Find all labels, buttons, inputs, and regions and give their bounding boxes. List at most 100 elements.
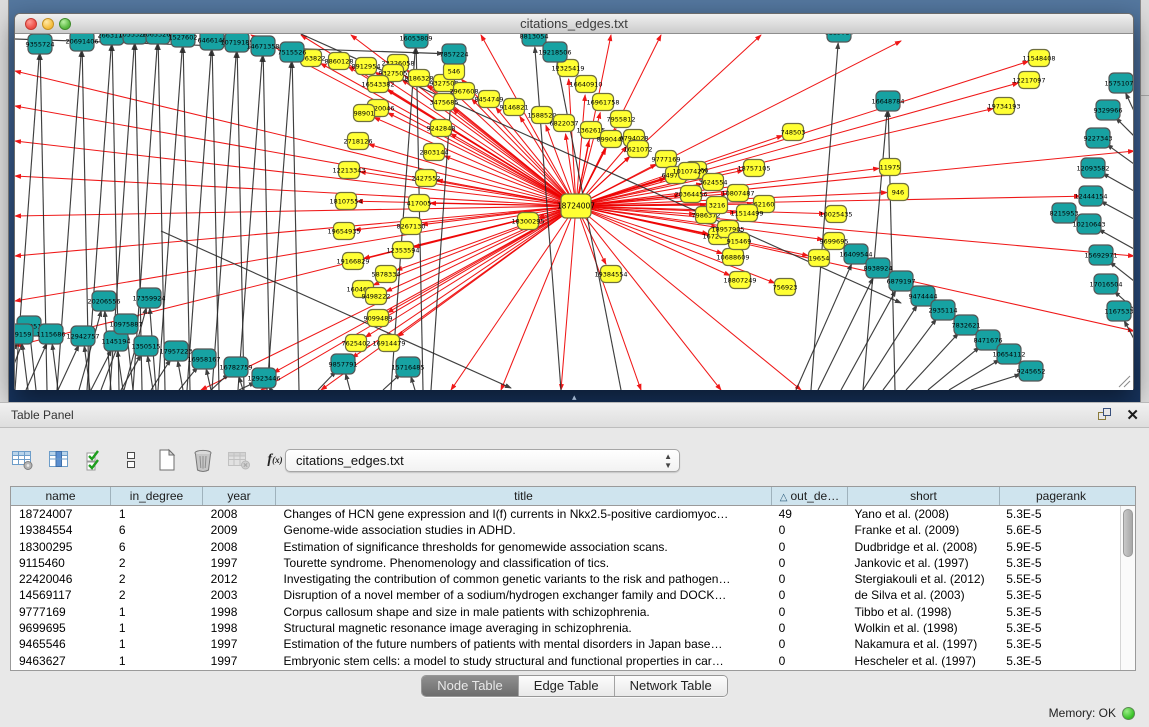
graph-node-teal[interactable]: 12093582 xyxy=(1076,158,1109,178)
graph-node-yellow[interactable]: 946 xyxy=(888,184,909,201)
graph-node-yellow[interactable]: 19734193 xyxy=(987,98,1020,115)
window-resize-grip[interactable] xyxy=(1117,374,1131,388)
graph-node-teal[interactable]: 12942757 xyxy=(66,326,99,346)
graph-node-teal[interactable]: 1115686 xyxy=(37,324,66,344)
graph-node-yellow[interactable]: 10688609 xyxy=(716,249,749,266)
graph-node-yellow[interactable]: 18107554 xyxy=(329,193,362,210)
graph-node-yellow[interactable]: 3475685 xyxy=(430,94,459,111)
graph-node-teal[interactable]: 9227343 xyxy=(1084,128,1113,148)
graph-node-yellow[interactable]: 19166829 xyxy=(336,253,369,270)
table-row[interactable]: 911546021997Tourette syndrome. Phenomeno… xyxy=(11,555,1120,571)
tab-network-table[interactable]: Network Table xyxy=(615,676,727,696)
graph-node-yellow[interactable]: 756923 xyxy=(773,279,798,296)
memory-ok-indicator[interactable] xyxy=(1122,707,1135,720)
table-row[interactable]: 977716911998Corpus callosum shape and si… xyxy=(11,604,1120,620)
network-canvas[interactable]: 1872400779638228860128891295423226058932… xyxy=(15,34,1133,390)
graph-node-teal[interactable]: 15751074 xyxy=(1104,73,1133,93)
graph-node-teal[interactable]: 6879197 xyxy=(887,271,916,291)
graph-node-yellow[interactable]: 8860128 xyxy=(325,53,354,70)
graph-node-yellow[interactable]: 98901 xyxy=(354,105,375,122)
graph-node-yellow[interactable]: 748503 xyxy=(781,124,806,141)
graph-node-yellow[interactable]: 546 xyxy=(444,63,465,80)
column-header-short[interactable]: short xyxy=(848,487,1000,505)
column-header-in_degree[interactable]: in_degree xyxy=(111,487,203,505)
column-header-pagerank[interactable]: pagerank xyxy=(1000,487,1122,505)
graph-node-yellow[interactable]: 3624554 xyxy=(699,174,728,191)
graph-node-yellow[interactable]: 18724007 xyxy=(557,194,595,218)
scrollbar-thumb[interactable] xyxy=(1123,509,1133,557)
graph-node-teal[interactable]: 9355724 xyxy=(26,34,55,54)
graph-node-yellow[interactable]: 3216 xyxy=(707,197,728,214)
table-row[interactable]: 1456911722003Disruption of a novel membe… xyxy=(11,587,1120,603)
graph-node-teal[interactable]: 15692971 xyxy=(1084,245,1117,265)
graph-node-yellow[interactable]: 2427552 xyxy=(412,170,441,187)
new-table-icon[interactable] xyxy=(154,447,180,473)
table-row[interactable]: 1938455462009Genome-wide association stu… xyxy=(11,522,1120,538)
graph-node-teal[interactable]: 15716485 xyxy=(391,357,424,377)
graph-node-yellow[interactable]: 5878334 xyxy=(372,266,401,283)
graph-node-teal[interactable]: 7857224 xyxy=(440,44,469,64)
table-row[interactable]: 2242004622012Investigating the contribut… xyxy=(11,571,1120,587)
column-header-year[interactable]: year xyxy=(203,487,276,505)
column-header-out_de[interactable]: △out_de… xyxy=(772,487,848,505)
graph-node-teal[interactable]: 16958167 xyxy=(187,349,220,369)
graph-node-teal[interactable]: 1527602 xyxy=(169,34,198,47)
graph-node-teal[interactable]: 16648784 xyxy=(871,91,904,111)
select-rows-icon[interactable] xyxy=(82,447,108,473)
graph-node-teal[interactable]: 2935114 xyxy=(929,300,958,320)
graph-node-teal[interactable]: 17359924 xyxy=(132,288,165,308)
graph-node-yellow[interactable]: 7625402 xyxy=(342,335,371,352)
graph-node-yellow[interactable]: 2803144 xyxy=(420,144,449,161)
graph-node-teal[interactable]: 10975887 xyxy=(109,314,142,334)
graph-node-teal[interactable]: 20691406 xyxy=(65,34,98,51)
graph-node-yellow[interactable]: 11548408 xyxy=(1022,50,1055,67)
graph-node-yellow[interactable]: 9777169 xyxy=(652,151,681,168)
graph-node-yellow[interactable]: 19654 xyxy=(809,250,830,267)
panel-divider-grip[interactable]: ▴ xyxy=(572,392,577,403)
column-visibility-icon[interactable] xyxy=(46,447,72,473)
column-header-title[interactable]: title xyxy=(276,487,772,505)
float-panel-icon[interactable] xyxy=(1098,408,1113,423)
graph-node-yellow[interactable]: 16640910 xyxy=(569,76,602,93)
graph-node-teal[interactable]: 10210643 xyxy=(1072,214,1105,234)
graph-node-teal[interactable]: 17016504 xyxy=(1089,274,1122,294)
table-selector-dropdown[interactable]: citations_edges.txt ▲▼ xyxy=(285,449,680,472)
tab-edge-table[interactable]: Edge Table xyxy=(519,676,615,696)
table-row[interactable]: 1830029562008Estimation of significance … xyxy=(11,539,1120,555)
graph-node-yellow[interactable]: 11975 xyxy=(880,159,901,176)
graph-node-yellow[interactable]: 19654935 xyxy=(327,223,360,240)
graph-node-yellow[interactable]: 2718126 xyxy=(344,133,373,150)
graph-node-yellow[interactable]: 915469 xyxy=(727,233,752,250)
graph-node-yellow[interactable]: 417005 xyxy=(407,195,432,212)
graph-node-yellow[interactable]: 8267130 xyxy=(397,218,426,235)
graph-node-yellow[interactable]: 9146821 xyxy=(500,99,529,116)
graph-node-yellow[interactable]: 9242848 xyxy=(427,120,456,137)
graph-node-teal[interactable]: 19218506 xyxy=(538,42,571,62)
table-settings-icon[interactable] xyxy=(10,447,36,473)
graph-node-yellow[interactable]: 8912954 xyxy=(352,58,381,75)
graph-node-teal[interactable]: 12923446 xyxy=(247,368,280,388)
graph-node-yellow[interactable]: 6822037 xyxy=(550,115,579,132)
graph-node-teal[interactable]: 14671358 xyxy=(246,36,279,56)
table-row[interactable]: 1872400712008Changes of HCN gene express… xyxy=(11,506,1120,522)
graph-node-teal[interactable]: 9857791 xyxy=(329,354,358,374)
graph-node-teal[interactable]: 9329966 xyxy=(1094,100,1123,120)
table-row[interactable]: 946362711997Embryonic stem cells: a mode… xyxy=(11,653,1120,669)
graph-node-teal[interactable]: 16053809 xyxy=(399,34,432,48)
graph-node-teal[interactable]: 8113014 xyxy=(825,34,854,42)
graph-node-yellow[interactable]: 1621072 xyxy=(624,141,653,158)
graph-node-yellow[interactable]: 9498222 xyxy=(362,288,391,305)
graph-node-yellow[interactable]: 12217097 xyxy=(1012,72,1045,89)
graph-node-teal[interactable]: 7832621 xyxy=(952,315,981,335)
graph-node-yellow[interactable]: 12213343 xyxy=(332,162,365,179)
graph-node-yellow[interactable]: 16961758 xyxy=(586,94,619,111)
graph-node-teal[interactable]: 7515526 xyxy=(278,42,307,62)
graph-node-yellow[interactable]: 7955812 xyxy=(607,111,636,128)
table-row[interactable]: 946554611997Estimation of the future num… xyxy=(11,636,1120,652)
column-header-name[interactable]: name xyxy=(11,487,111,505)
graph-node-teal[interactable]: 9245652 xyxy=(1017,361,1046,381)
network-view-window[interactable]: citations_edges.txt 18724007796382288601… xyxy=(14,13,1134,390)
graph-node-teal[interactable]: 10654112 xyxy=(992,344,1025,364)
graph-node-teal[interactable]: 39159 xyxy=(15,324,33,344)
close-panel-icon[interactable]: ✕ xyxy=(1126,406,1139,424)
